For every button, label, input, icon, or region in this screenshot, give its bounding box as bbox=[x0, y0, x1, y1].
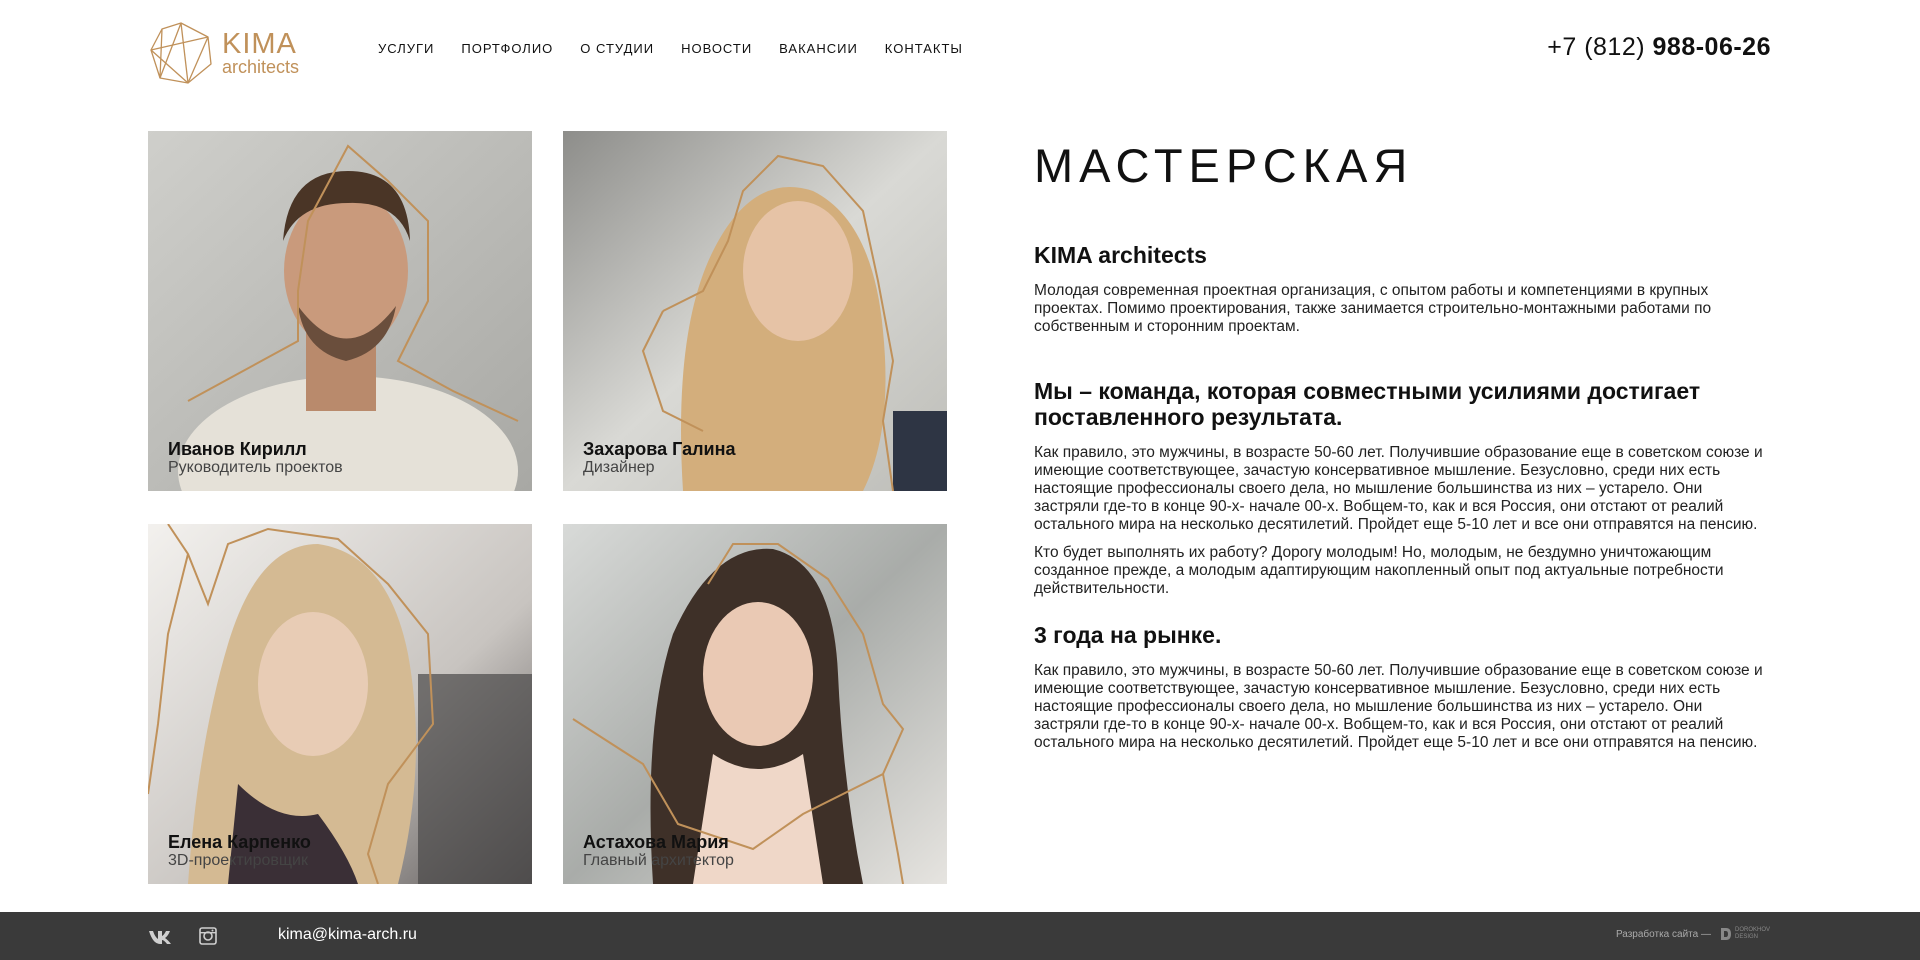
portrait-photo bbox=[148, 131, 532, 491]
developer-credit: Разработка сайта — DOROKHOV DESIGN bbox=[1616, 926, 1770, 942]
member-name: Елена Карпенко bbox=[168, 832, 311, 852]
section-paragraph: Молодая современная проектная организаци… bbox=[1034, 282, 1712, 335]
footer-email-link[interactable]: kima@kima-arch.ru bbox=[278, 926, 417, 944]
logo-subtitle: architects bbox=[222, 57, 300, 77]
member-role: 3D-проектировщик bbox=[168, 852, 308, 869]
phone-number[interactable]: +7 (812) 988-06-26 bbox=[1547, 33, 1771, 62]
team-card[interactable]: Астахова Мария Главный архитектор bbox=[563, 524, 947, 884]
nav-item-contacts[interactable]: КОНТАКТЫ bbox=[885, 40, 963, 58]
developer-d-icon bbox=[1720, 928, 1731, 940]
team-card[interactable]: Иванов Кирилл Руководитель проектов bbox=[148, 131, 532, 491]
portrait-photo bbox=[563, 524, 947, 884]
logo-word: KIMA bbox=[222, 28, 297, 60]
team-card[interactable]: Елена Карпенко 3D-проектировщик bbox=[148, 524, 532, 884]
section-company: KIMA architects Молодая современная прое… bbox=[1034, 242, 1769, 336]
section-heading: 3 года на рынке. bbox=[1034, 622, 1222, 648]
member-name: Иванов Кирилл bbox=[168, 439, 307, 459]
section-team: Мы – команда, которая совместными усилия… bbox=[1034, 378, 1769, 598]
vk-icon[interactable] bbox=[148, 925, 174, 947]
nav-item-portfolio[interactable]: ПОРТФОЛИО bbox=[461, 40, 553, 58]
member-name: Захарова Галина bbox=[583, 439, 736, 459]
about-content: МАСТЕРСКАЯ KIMA architects Молодая совре… bbox=[1034, 140, 1769, 762]
site-footer: kima@kima-arch.ru Разработка сайта — DOR… bbox=[0, 912, 1920, 960]
section-paragraph: Как правило, это мужчины, в возрасте 50-… bbox=[1034, 444, 1763, 533]
section-heading: Мы – команда, которая совместными усилия… bbox=[1034, 378, 1701, 430]
logo[interactable]: KIMA architects bbox=[148, 18, 323, 88]
nav-item-about[interactable]: О СТУДИИ bbox=[580, 40, 654, 58]
member-role: Дизайнер bbox=[583, 459, 655, 476]
page-title: МАСТЕРСКАЯ bbox=[1034, 139, 1414, 192]
logo-polyhedron-icon bbox=[150, 22, 212, 84]
portrait-photo bbox=[563, 131, 947, 491]
nav-item-news[interactable]: НОВОСТИ bbox=[681, 40, 752, 58]
developer-logo[interactable]: DOROKHOV DESIGN bbox=[1719, 926, 1770, 942]
developer-label: Разработка сайта — bbox=[1615, 928, 1711, 940]
section-heading: KIMA architects bbox=[1034, 242, 1207, 268]
developer-brand-line1: DOROKHOV bbox=[1734, 927, 1770, 933]
instagram-icon[interactable] bbox=[197, 925, 223, 947]
developer-brand-line2: DESIGN bbox=[1734, 934, 1758, 940]
team-card[interactable]: Захарова Галина Дизайнер bbox=[563, 131, 947, 491]
nav-item-vacancies[interactable]: ВАКАНСИИ bbox=[779, 40, 858, 58]
section-paragraph: Кто будет выполнять их работу? Дорогу мо… bbox=[1034, 544, 1724, 597]
section-paragraph: Как правило, это мужчины, в возрасте 50-… bbox=[1034, 662, 1763, 751]
main-nav: УСЛУГИ ПОРТФОЛИО О СТУДИИ НОВОСТИ ВАКАНС… bbox=[378, 40, 990, 58]
portrait-photo bbox=[148, 524, 532, 884]
section-market: 3 года на рынке. Как правило, это мужчин… bbox=[1034, 622, 1769, 752]
phone-prefix: +7 (812) bbox=[1547, 33, 1646, 61]
site-header: KIMA architects УСЛУГИ ПОРТФОЛИО О СТУДИ… bbox=[0, 0, 1920, 100]
phone-main: 988-06-26 bbox=[1652, 33, 1771, 61]
member-role: Руководитель проектов bbox=[168, 459, 343, 476]
member-name: Астахова Мария bbox=[583, 832, 729, 852]
nav-item-services[interactable]: УСЛУГИ bbox=[378, 40, 434, 58]
member-role: Главный архитектор bbox=[583, 852, 734, 869]
